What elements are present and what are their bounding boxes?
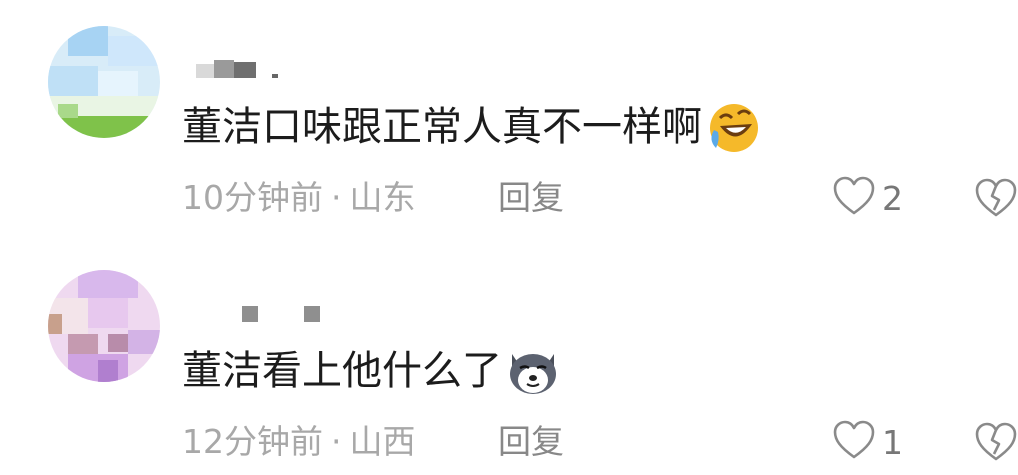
comment-meta: 10分钟前 · 山东 bbox=[182, 178, 416, 218]
dislike-button[interactable] bbox=[974, 176, 1018, 220]
heart-outline-icon bbox=[832, 176, 876, 220]
comment-text: 董洁口味跟正常人真不一样啊 bbox=[182, 100, 760, 154]
husky-dog-face-icon bbox=[506, 344, 560, 398]
comment-time: 12分钟前 bbox=[182, 422, 323, 461]
meta-separator: · bbox=[331, 422, 342, 461]
broken-heart-icon bbox=[974, 422, 1018, 468]
reply-button[interactable]: 回复 bbox=[498, 178, 564, 218]
comment-text-label: 董洁看上他什么了 bbox=[182, 348, 502, 394]
dislike-button[interactable] bbox=[974, 420, 1018, 464]
like-button[interactable]: 1 bbox=[832, 420, 903, 464]
like-count: 1 bbox=[882, 422, 903, 462]
comment-text-label: 董洁口味跟正常人真不一样啊 bbox=[182, 104, 702, 150]
reply-button[interactable]: 回复 bbox=[498, 422, 564, 462]
comment-meta: 12分钟前 · 山西 bbox=[182, 422, 416, 462]
username-masked[interactable] bbox=[196, 60, 278, 80]
heart-outline-icon bbox=[832, 420, 876, 464]
like-count: 2 bbox=[882, 178, 903, 218]
comment-text: 董洁看上他什么了 bbox=[182, 344, 560, 398]
laughing-crying-face-icon bbox=[706, 100, 760, 154]
comment-time: 10分钟前 bbox=[182, 178, 323, 217]
avatar[interactable] bbox=[48, 26, 160, 138]
meta-separator: · bbox=[331, 178, 342, 217]
comment-item: 董洁口味跟正常人真不一样啊 10分钟前 · 山东 回复 2 bbox=[0, 0, 1018, 235]
avatar[interactable] bbox=[48, 270, 160, 382]
comment-location: 山东 bbox=[349, 178, 416, 217]
comment-location: 山西 bbox=[349, 422, 416, 461]
broken-heart-icon bbox=[974, 178, 1018, 224]
username-masked[interactable] bbox=[196, 302, 320, 322]
like-button[interactable]: 2 bbox=[832, 176, 903, 220]
comment-item: 董洁看上他什么了 12分钟前 · 山西 回复 1 bbox=[0, 240, 1018, 475]
